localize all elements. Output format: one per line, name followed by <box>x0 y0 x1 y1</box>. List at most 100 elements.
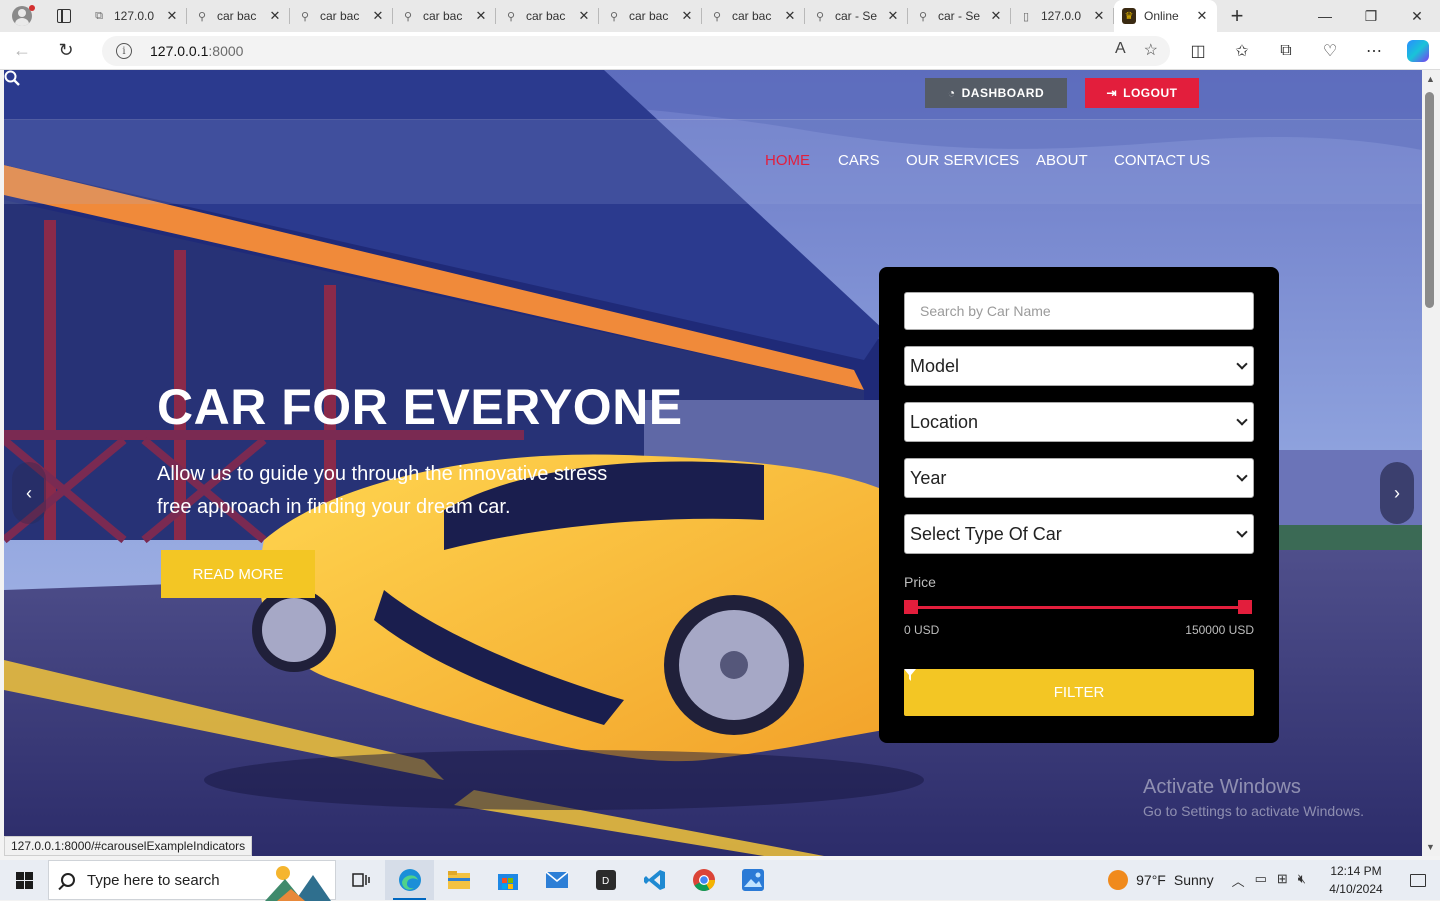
browser-tab[interactable]: ⚲ car bac ✕ <box>393 0 496 32</box>
search-icon: ⚲ <box>712 10 722 23</box>
new-tab-button[interactable]: + <box>1217 3 1257 29</box>
favorites-icon[interactable]: ✩ <box>1220 32 1264 70</box>
tab-close-icon[interactable]: ✕ <box>886 8 900 24</box>
microsoft-store-icon[interactable] <box>483 860 532 900</box>
nav-about[interactable]: ABOUT <box>1036 152 1088 169</box>
refresh-icon[interactable]: ↻ <box>44 32 88 70</box>
volume-muted-icon[interactable]: 🔇︎ <box>1298 871 1306 890</box>
tab-close-icon[interactable]: ✕ <box>474 8 488 24</box>
split-screen-icon[interactable]: ◫ <box>1176 32 1220 70</box>
price-max-handle[interactable] <box>1238 600 1252 614</box>
tab-close-icon[interactable]: ✕ <box>165 8 179 24</box>
back-icon[interactable]: ← <box>0 32 44 70</box>
search-icon[interactable] <box>4 70 20 86</box>
hero-title: CAR FOR EVERYONE <box>157 379 683 435</box>
more-menu-icon[interactable]: ⋯ <box>1352 32 1396 70</box>
dashboard-button[interactable]: ◔ DASHBOARD <box>925 78 1067 108</box>
chrome-icon[interactable] <box>679 860 728 900</box>
browser-tab[interactable]: ⚲ car bac ✕ <box>496 0 599 32</box>
price-range-track[interactable] <box>909 606 1245 609</box>
location-select[interactable]: Location <box>904 402 1254 442</box>
close-window-icon[interactable]: ✕ <box>1394 0 1440 32</box>
year-select[interactable]: Year <box>904 458 1254 498</box>
browser-tab[interactable]: ⚲ car bac ✕ <box>187 0 290 32</box>
network-icon[interactable]: ⊞ <box>1277 871 1288 890</box>
favorite-star-icon[interactable]: ☆ <box>1144 40 1158 60</box>
file-explorer-icon[interactable] <box>434 860 483 900</box>
tab-title: car - Se <box>938 9 981 23</box>
browser-tab[interactable]: ▯ 127.0.0 ✕ <box>1011 0 1114 32</box>
show-hidden-icons-icon[interactable]: ︿ <box>1232 871 1245 890</box>
carousel-next-icon[interactable]: › <box>1380 462 1414 524</box>
sun-icon <box>1108 870 1129 890</box>
search-icon: ⚲ <box>300 10 310 23</box>
edge-browser-icon[interactable] <box>385 860 434 900</box>
battery-icon[interactable]: ▭ <box>1255 871 1267 890</box>
logout-label: LOGOUT <box>1123 86 1178 100</box>
read-aloud-icon[interactable]: A <box>1115 40 1126 60</box>
restore-icon[interactable]: ❐ <box>1348 0 1394 32</box>
tab-close-icon[interactable]: ✕ <box>680 8 694 24</box>
scrollbar-thumb[interactable] <box>1425 92 1434 308</box>
tab-title: 127.0.0 <box>114 9 155 23</box>
price-min-handle[interactable] <box>904 600 918 614</box>
tab-close-icon[interactable]: ✕ <box>577 8 591 24</box>
model-select[interactable]: Model <box>904 346 1254 386</box>
filter-button[interactable]: FILTER <box>904 669 1254 716</box>
site-info-icon[interactable]: i <box>116 43 132 59</box>
collections-icon[interactable]: ⧉ <box>1264 32 1308 70</box>
car-name-search-input[interactable]: Search by Car Name <box>904 292 1254 330</box>
nav-contact-us[interactable]: CONTACT US <box>1114 152 1210 169</box>
tab-close-icon[interactable]: ✕ <box>989 8 1003 24</box>
year-select-value: Year <box>910 467 947 488</box>
browser-tab[interactable]: ⚲ car - Se ✕ <box>908 0 1011 32</box>
copilot-icon[interactable] <box>1396 32 1440 70</box>
photos-app-icon[interactable] <box>728 860 777 900</box>
read-more-button[interactable]: READ MORE <box>161 550 315 598</box>
system-clock[interactable]: 12:14 PM 4/10/2024 <box>1316 862 1396 898</box>
browser-tab[interactable]: ⚲ car bac ✕ <box>702 0 805 32</box>
search-icon: ⚲ <box>197 10 207 23</box>
logout-button[interactable]: ⇥ LOGOUT <box>1085 78 1199 108</box>
tab-title: car bac <box>629 9 669 23</box>
mail-icon[interactable] <box>532 860 581 900</box>
location-select-value: Location <box>910 411 979 432</box>
dbeaver-app-icon[interactable]: D <box>581 860 630 900</box>
page-scrollbar[interactable]: ▲ ▼ <box>1422 70 1440 856</box>
tab-close-icon[interactable]: ✕ <box>371 8 385 24</box>
model-select-value: Model <box>910 355 960 376</box>
address-bar[interactable]: i 127.0.0.1:8000 A ☆ <box>102 36 1170 66</box>
filter-label: FILTER <box>1053 684 1105 701</box>
minimize-icon[interactable]: — <box>1302 0 1348 32</box>
nav-cars[interactable]: CARS <box>838 152 880 169</box>
tab-close-icon[interactable]: ✕ <box>268 8 282 24</box>
browser-tab-active[interactable]: ♛ Online ✕ <box>1114 0 1217 32</box>
browser-essentials-icon[interactable]: ♡ <box>1308 32 1352 70</box>
nav-home[interactable]: HOME <box>765 152 810 169</box>
task-view-icon[interactable] <box>336 860 385 900</box>
vscode-icon[interactable] <box>630 860 679 900</box>
tab-close-icon[interactable]: ✕ <box>1092 8 1106 24</box>
notification-center-icon[interactable] <box>1396 860 1440 900</box>
scroll-down-icon[interactable]: ▼ <box>1426 842 1435 852</box>
nav-our-services[interactable]: OUR SERVICES <box>906 152 1019 169</box>
browser-tab[interactable]: ⚲ car bac ✕ <box>599 0 702 32</box>
chevron-down-icon <box>1236 470 1248 482</box>
profile-avatar[interactable] <box>0 0 44 32</box>
windows-taskbar: Type here to search D 97°F Sunny ︿ ▭ ⊞ 🔇… <box>0 860 1440 901</box>
start-button[interactable] <box>0 860 48 900</box>
scroll-up-icon[interactable]: ▲ <box>1426 74 1435 84</box>
dashboard-gauge-icon: ◔ <box>947 86 956 100</box>
tab-close-icon[interactable]: ✕ <box>783 8 797 24</box>
tab-actions-button[interactable] <box>44 0 84 32</box>
chevron-down-icon <box>1236 414 1248 426</box>
carousel-prev-icon[interactable]: ‹ <box>12 462 46 524</box>
taskbar-search-box[interactable]: Type here to search <box>48 860 336 901</box>
browser-tab[interactable]: ⧉ 127.0.0 ✕ <box>84 0 187 32</box>
clock-time: 12:14 PM <box>1330 864 1382 878</box>
weather-widget[interactable]: 97°F Sunny <box>1108 870 1214 890</box>
browser-tab[interactable]: ⚲ car - Se ✕ <box>805 0 908 32</box>
browser-tab[interactable]: ⚲ car bac ✕ <box>290 0 393 32</box>
tab-close-icon[interactable]: ✕ <box>1195 8 1209 24</box>
car-type-select[interactable]: Select Type Of Car <box>904 514 1254 554</box>
